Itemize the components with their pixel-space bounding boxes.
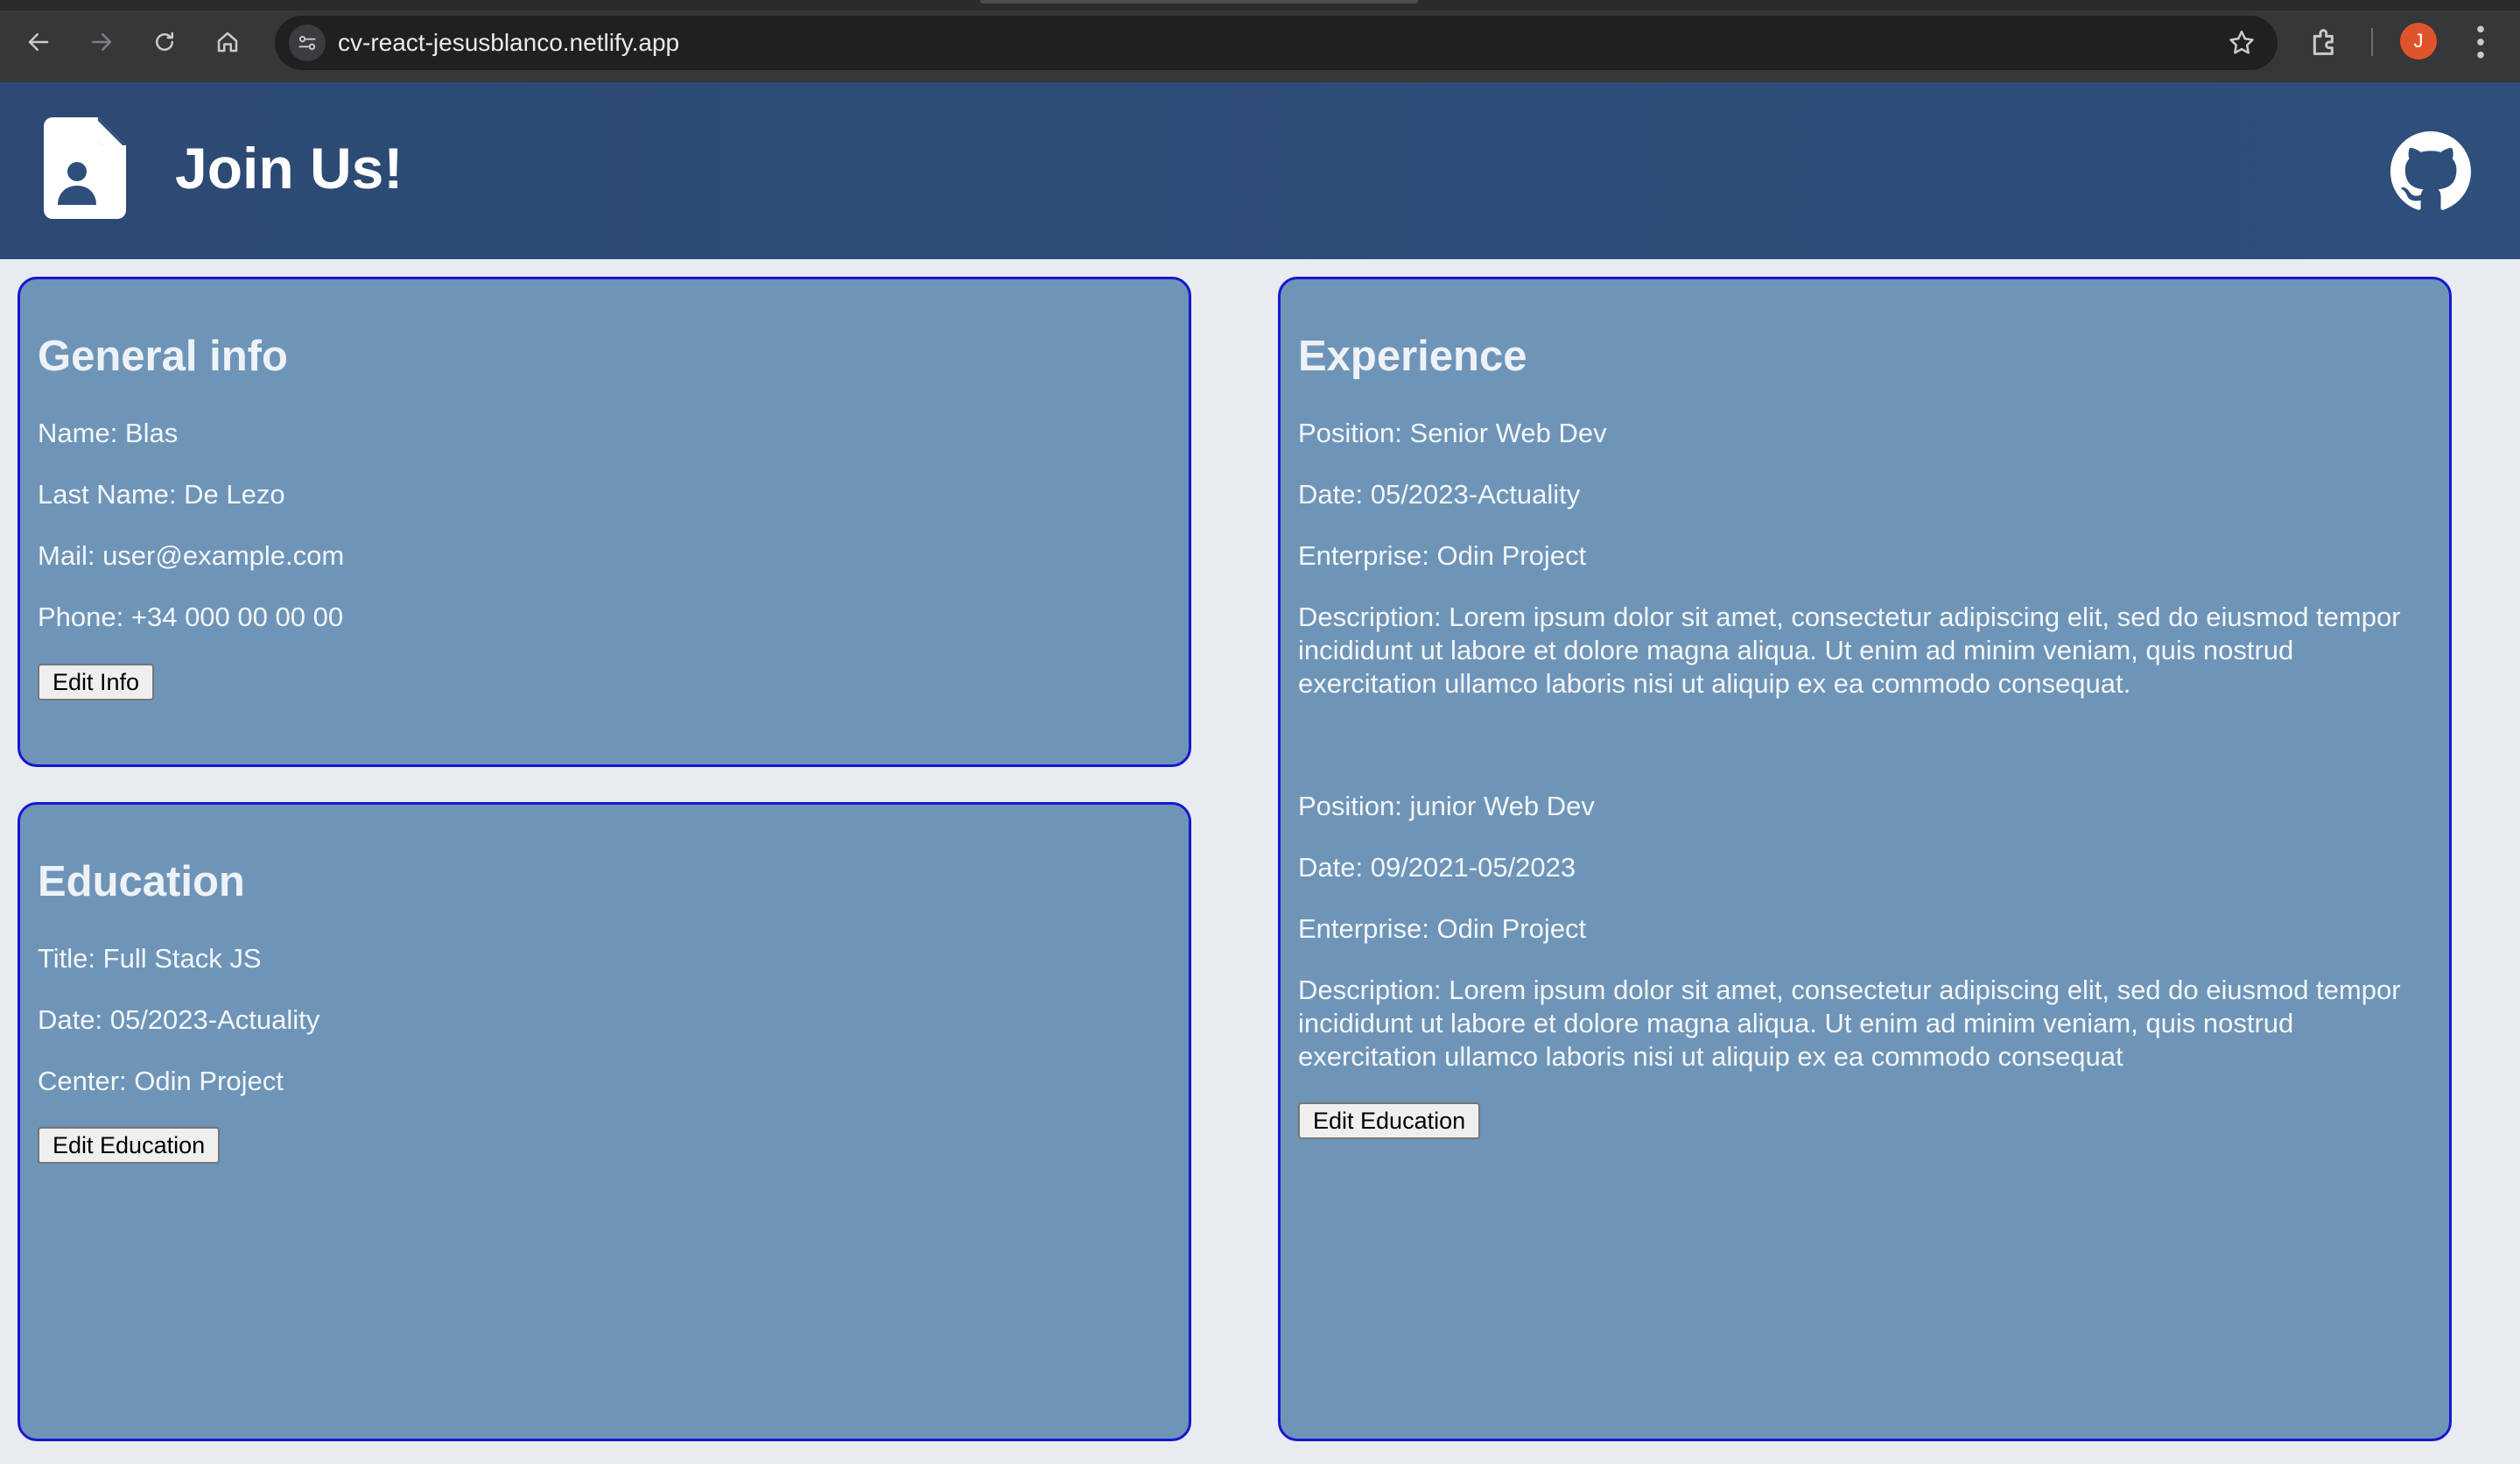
app-header: Join Us! — [0, 82, 2520, 259]
active-tab[interactable] — [980, 0, 1418, 4]
url-text[interactable]: cv-react-jesusblanco.netlify.app — [338, 16, 679, 70]
education-center: Center: Odin Project — [38, 1066, 284, 1096]
education-title: Title: Full Stack JS — [38, 943, 262, 974]
job-date: Date: 09/2021-05/2023 — [1298, 852, 1576, 883]
job-enterprise: Enterprise: Odin Project — [1298, 540, 1587, 571]
kebab-menu-icon[interactable] — [2470, 23, 2491, 61]
extensions-icon[interactable] — [2307, 25, 2342, 60]
general-info-card: General info Name: Blas Last Name: De Le… — [18, 277, 1191, 767]
resume-file-icon — [44, 117, 126, 219]
toolbar-divider — [2371, 28, 2373, 56]
general-name: Name: Blas — [38, 418, 179, 448]
edit-experience-button[interactable]: Edit Education — [1298, 1102, 1481, 1139]
general-mail: Mail: user@example.com — [38, 540, 345, 571]
general-info-heading: General info — [38, 333, 288, 380]
education-date: Date: 05/2023-Actuality — [38, 1004, 320, 1035]
edit-info-button[interactable]: Edit Info — [38, 664, 155, 700]
job-date: Date: 05/2023-Actuality — [1298, 479, 1581, 510]
site-info-icon[interactable] — [289, 25, 326, 61]
back-icon[interactable] — [18, 21, 60, 63]
job-description: Description: Lorem ipsum dolor sit amet,… — [1298, 602, 2401, 699]
github-icon[interactable] — [2390, 131, 2471, 212]
page-title: Join Us! — [175, 136, 404, 201]
home-icon[interactable] — [207, 21, 249, 63]
general-phone: Phone: +34 000 00 00 00 — [38, 602, 344, 632]
job-description: Description: Lorem ipsum dolor sit amet,… — [1298, 975, 2401, 1072]
forward-icon[interactable] — [81, 21, 123, 63]
reload-icon[interactable] — [144, 21, 186, 63]
bookmark-star-icon[interactable] — [2227, 28, 2257, 58]
address-bar[interactable]: cv-react-jesusblanco.netlify.app — [275, 16, 2278, 70]
education-card: Education Title: Full Stack JS Date: 05/… — [18, 802, 1191, 1441]
experience-card: Experience Position: Senior Web Dev Date… — [1278, 277, 2452, 1441]
edit-education-button[interactable]: Edit Education — [38, 1127, 221, 1164]
job-position: Position: Senior Web Dev — [1298, 418, 1607, 448]
job-enterprise: Enterprise: Odin Project — [1298, 913, 1587, 944]
experience-heading: Experience — [1298, 333, 1527, 380]
education-heading: Education — [38, 858, 245, 905]
tab-strip — [0, 0, 2520, 11]
job-position: Position: junior Web Dev — [1298, 791, 1595, 821]
browser-toolbar: cv-react-jesusblanco.netlify.app J — [0, 0, 2520, 82]
general-last-name: Last Name: De Lezo — [38, 479, 285, 510]
profile-avatar[interactable]: J — [2400, 23, 2437, 60]
